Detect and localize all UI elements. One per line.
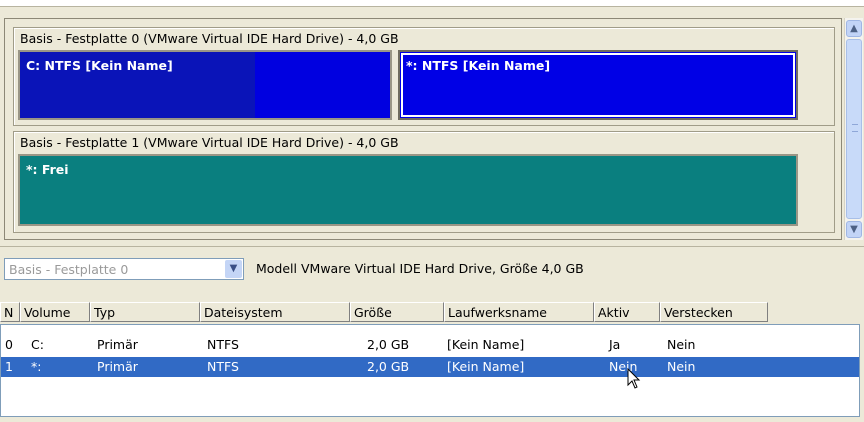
column-header-n[interactable]: N — [0, 302, 20, 322]
scroll-down-icon[interactable]: ▼ — [846, 221, 862, 238]
disk-map-panel: Basis - Festplatte 0 (VMware Virtual IDE… — [4, 18, 842, 240]
cell-typ: Primär — [97, 359, 138, 374]
top-border — [0, 0, 864, 7]
mouse-pointer-icon — [627, 368, 641, 389]
cell-n: 0 — [5, 337, 13, 352]
disk-select[interactable]: Basis - Festplatte 0 ▼ — [4, 258, 244, 280]
column-header-laufwerksname[interactable]: Laufwerksname — [444, 302, 594, 322]
partition-star-label: *: NTFS [Kein Name] — [406, 58, 551, 73]
column-header-groesse[interactable]: Größe — [350, 302, 444, 322]
disk-1[interactable]: Basis - Festplatte 1 (VMware Virtual IDE… — [13, 131, 835, 233]
column-header-volume[interactable]: Volume — [20, 302, 90, 322]
cell-groesse: 2,0 GB — [367, 359, 410, 374]
chevron-down-icon[interactable]: ▼ — [225, 260, 242, 278]
table-header: N Volume Typ Dateisystem Größe Laufwerks… — [0, 302, 862, 322]
cell-volume: C: — [31, 337, 44, 352]
disk-select-value: Basis - Festplatte 0 — [9, 262, 129, 277]
column-header-dateisystem[interactable]: Dateisystem — [200, 302, 350, 322]
partition-c-label: C: NTFS [Kein Name] — [26, 58, 173, 73]
partition-free[interactable]: *: Frei — [18, 154, 798, 226]
cell-laufwerksname: [Kein Name] — [447, 337, 525, 352]
scroll-up-icon[interactable]: ▲ — [846, 20, 862, 37]
cell-groesse: 2,0 GB — [367, 337, 410, 352]
cell-verstecken: Nein — [667, 359, 696, 374]
column-header-verstecken[interactable]: Verstecken — [660, 302, 768, 322]
cell-typ: Primär — [97, 337, 138, 352]
partition-list-panel: Basis - Festplatte 0 ▼ Modell VMware Vir… — [0, 246, 864, 422]
cell-dateisystem: NTFS — [207, 337, 239, 352]
cell-laufwerksname: [Kein Name] — [447, 359, 525, 374]
column-header-typ[interactable]: Typ — [90, 302, 200, 322]
partition-free-label: *: Frei — [26, 162, 69, 177]
cell-volume: *: — [31, 359, 42, 374]
partition-star-selected[interactable]: *: NTFS [Kein Name] — [398, 50, 798, 120]
disk-map-scrollbar[interactable]: ▲ ▼ — [844, 18, 863, 240]
table-row-selected[interactable]: 1 *: Primär NTFS 2,0 GB [Kein Name] Nein… — [1, 357, 859, 377]
column-header-aktiv[interactable]: Aktiv — [594, 302, 660, 322]
model-info: Modell VMware Virtual IDE Hard Drive, Gr… — [256, 261, 584, 276]
disk-0[interactable]: Basis - Festplatte 0 (VMware Virtual IDE… — [13, 27, 835, 126]
cell-verstecken: Nein — [667, 337, 696, 352]
table-body: 0 C: Primär NTFS 2,0 GB [Kein Name] Ja N… — [0, 324, 860, 417]
grip-icon — [852, 124, 858, 132]
cell-aktiv: Ja — [609, 337, 621, 352]
partition-c[interactable]: C: NTFS [Kein Name] — [18, 50, 392, 120]
disk-1-title: Basis - Festplatte 1 (VMware Virtual IDE… — [20, 135, 399, 150]
disk-0-title: Basis - Festplatte 0 (VMware Virtual IDE… — [20, 31, 399, 46]
cell-dateisystem: NTFS — [207, 359, 239, 374]
cell-n: 1 — [5, 359, 13, 374]
scroll-thumb[interactable] — [846, 39, 862, 219]
table-row[interactable]: 0 C: Primär NTFS 2,0 GB [Kein Name] Ja N… — [1, 335, 859, 355]
